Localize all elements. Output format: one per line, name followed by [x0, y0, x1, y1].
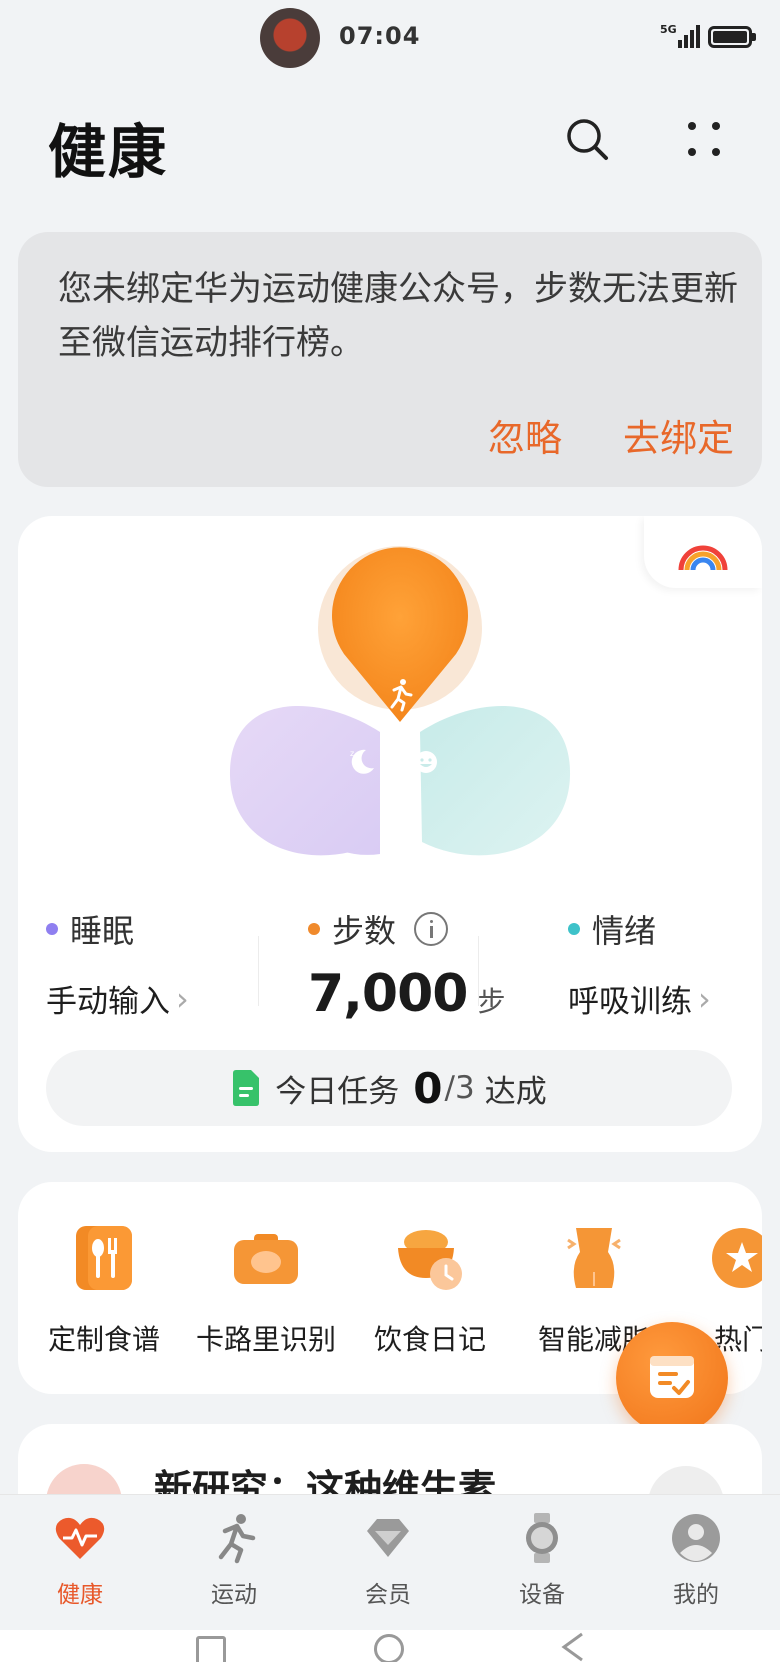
- status-time: 07:04: [339, 22, 421, 50]
- diamond-icon: [367, 1519, 409, 1557]
- nav-tab-membership[interactable]: 会员: [328, 1511, 448, 1609]
- steps-label: 步数: [332, 912, 397, 950]
- nav-tab-health[interactable]: 健康: [20, 1511, 140, 1609]
- document-icon: [233, 1070, 260, 1106]
- search-icon[interactable]: [564, 116, 612, 164]
- body-icon: [567, 1228, 621, 1288]
- task-total: /3: [444, 1070, 475, 1106]
- svg-text:z: z: [350, 749, 354, 758]
- sleep-manual-input-link[interactable]: 手动输入: [46, 976, 170, 1021]
- ignore-button[interactable]: 忽略: [488, 408, 562, 462]
- breathing-training-link[interactable]: 呼吸训练: [568, 976, 692, 1021]
- nav-label: 会员: [365, 1582, 411, 1608]
- camera-icon: [234, 1234, 298, 1284]
- mood-label: 情绪: [592, 912, 657, 950]
- smile-icon: [415, 751, 437, 773]
- rainbow-icon: [678, 545, 728, 571]
- fork-spoon-icon: [76, 1226, 132, 1290]
- watch-icon: [526, 1513, 558, 1563]
- nav-label: 我的: [673, 1582, 719, 1608]
- system-nav-bar: [0, 1630, 780, 1662]
- runner-icon: [218, 1514, 256, 1564]
- nav-tab-me[interactable]: 我的: [636, 1511, 756, 1609]
- bottom-nav: 健康 运动 会员 设备 我的: [0, 1494, 780, 1630]
- steps-metric[interactable]: 步数 7,000 步: [308, 906, 506, 1024]
- bind-notice-card: 您未绑定华为运动健康公众号，步数无法更新至微信运动排行榜。 忽略 去绑定: [18, 232, 762, 487]
- bowl-clock-icon: [398, 1230, 462, 1290]
- shortcut-calorie-scan[interactable]: 卡路里识别: [176, 1222, 356, 1358]
- shortcut-label: 卡路里识别: [195, 1323, 336, 1356]
- divider: [258, 936, 259, 1006]
- battery-icon: [708, 26, 756, 48]
- steps-value: 7,000: [308, 964, 468, 1024]
- steps-unit: 步: [477, 985, 506, 1018]
- shortcut-custom-recipe[interactable]: 定制食谱: [18, 1222, 194, 1358]
- task-done-count: 0: [413, 1063, 443, 1113]
- nav-tab-exercise[interactable]: 运动: [174, 1511, 294, 1609]
- sleep-dot: [46, 923, 58, 935]
- task-label: 今日任务: [275, 1073, 400, 1110]
- home-button[interactable]: [374, 1634, 404, 1662]
- more-grid-icon[interactable]: [680, 116, 728, 164]
- chevron-right-icon: ›: [176, 979, 189, 1018]
- notification-app-icon: [260, 8, 320, 68]
- mood-dot: [568, 923, 580, 935]
- shortcut-diet-diary[interactable]: 饮食日记: [340, 1222, 520, 1358]
- profile-icon: [672, 1514, 720, 1562]
- daily-task-bar[interactable]: 今日任务 0 /3 达成: [46, 1050, 732, 1126]
- bind-button[interactable]: 去绑定: [623, 408, 734, 462]
- floating-record-button[interactable]: [616, 1322, 728, 1434]
- nav-label: 设备: [519, 1582, 565, 1608]
- rainbow-badge[interactable]: [644, 516, 762, 588]
- health-app-screen: 07:04 5G 健康 您未绑定华为运动健康公众号，步数无法更新至微信运动排行榜…: [0, 0, 780, 1662]
- network-type: 5G: [660, 23, 677, 36]
- sleep-label: 睡眠: [70, 912, 135, 950]
- status-bar: 07:04 5G: [0, 0, 780, 80]
- mood-metric[interactable]: 情绪 呼吸训练 ›: [568, 906, 711, 1021]
- health-ring-card[interactable]: z 睡眠 手动输入 › 步数 7,000 步 情绪 呼吸训练 › 今日任务 0 …: [18, 516, 762, 1152]
- heart-icon: [55, 1517, 105, 1559]
- signal-icon: 5G: [660, 23, 700, 48]
- nav-tab-devices[interactable]: 设备: [482, 1511, 602, 1609]
- shortcut-label: 定制食谱: [47, 1323, 160, 1356]
- checklist-icon: [650, 1356, 694, 1398]
- sleep-metric[interactable]: 睡眠 手动输入 ›: [46, 906, 189, 1021]
- back-icon[interactable]: [560, 1632, 584, 1662]
- steps-dot: [308, 923, 320, 935]
- nav-label: 健康: [57, 1582, 103, 1608]
- notice-message: 您未绑定华为运动健康公众号，步数无法更新至微信运动排行榜。: [58, 269, 738, 363]
- divider: [478, 936, 479, 1006]
- star-icon: [712, 1228, 762, 1288]
- recent-apps-button[interactable]: [196, 1636, 226, 1662]
- health-trefoil-graphic[interactable]: z: [208, 542, 592, 878]
- chevron-right-icon: ›: [698, 979, 711, 1018]
- nav-label: 运动: [211, 1582, 257, 1608]
- task-suffix: 达成: [484, 1073, 547, 1110]
- page-title: 健康: [48, 118, 169, 186]
- shortcut-label: 饮食日记: [373, 1323, 486, 1356]
- info-icon[interactable]: [414, 912, 449, 946]
- mood-petal: [420, 706, 571, 856]
